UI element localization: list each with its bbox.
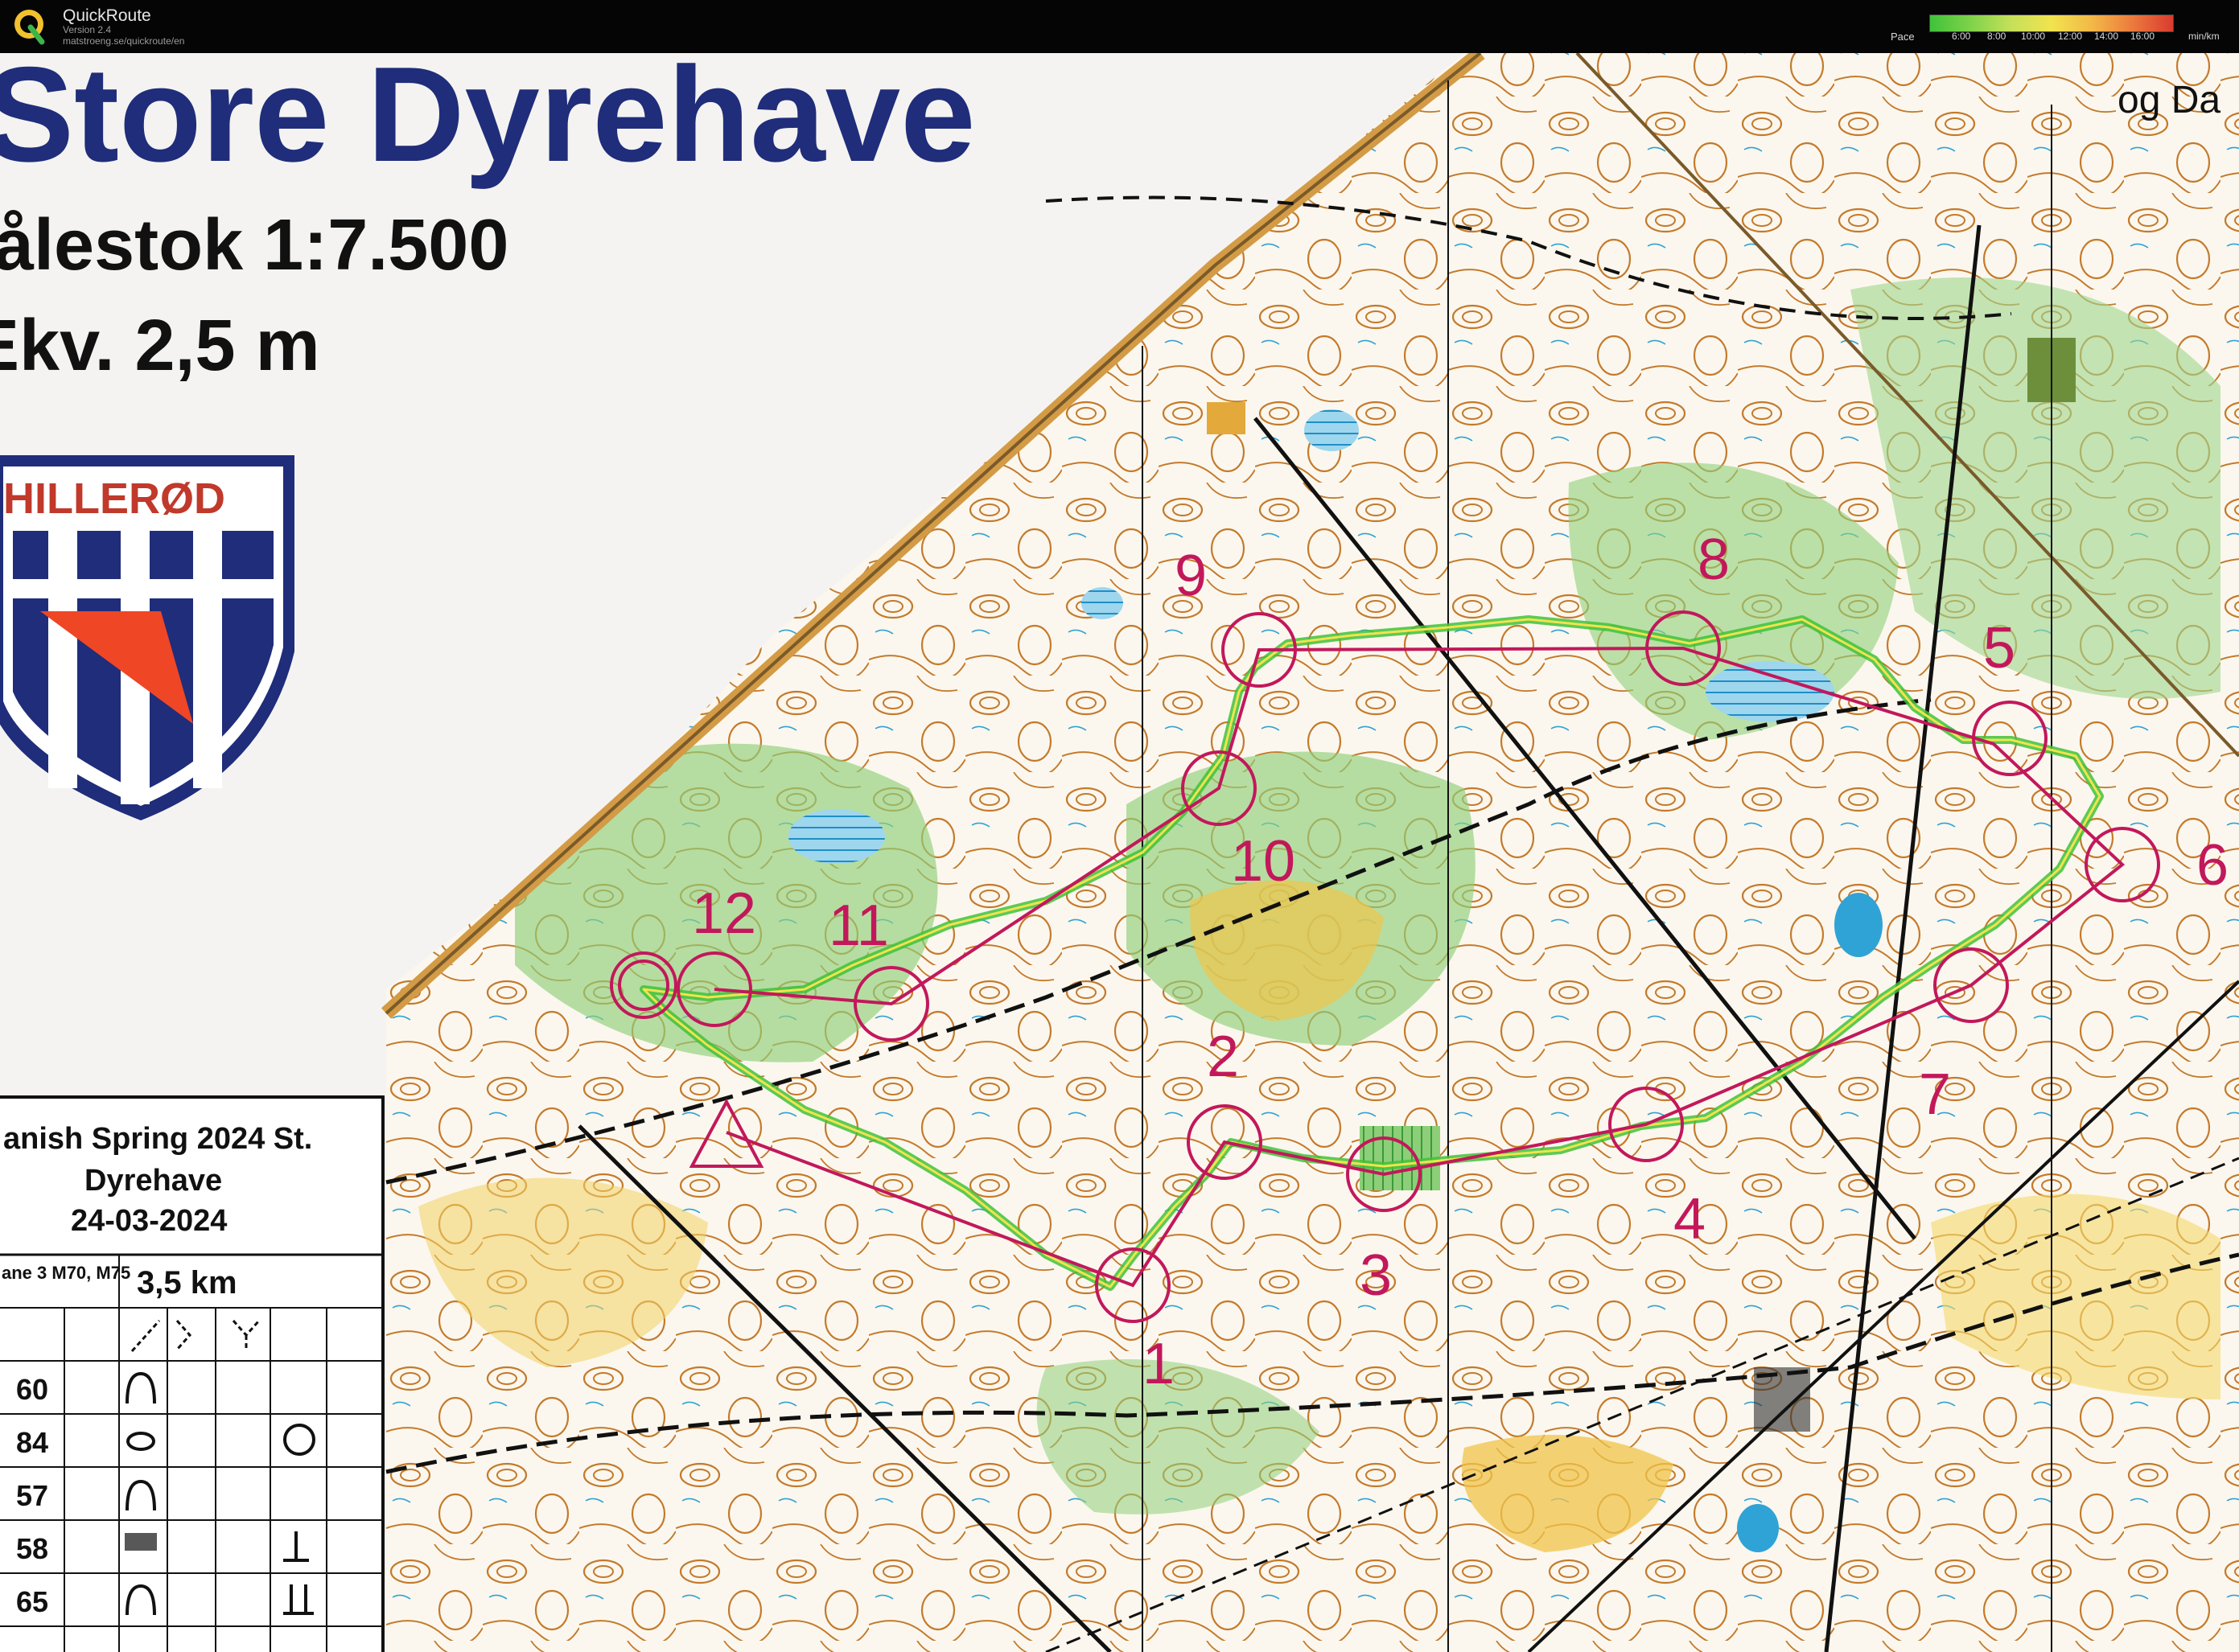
map-contour-interval: Ekv. 2,5 m (0, 306, 320, 386)
app-name: QuickRoute (63, 6, 151, 25)
control-number-8: 8 (1698, 528, 1730, 592)
control-number-11: 11 (829, 894, 889, 958)
boulder-field-symbol-icon (125, 1533, 157, 1551)
pace-tick: 6:00 (1952, 31, 1971, 42)
control-number-5: 5 (1983, 616, 2015, 680)
pace-color-scale (1929, 14, 2174, 32)
event-date: 24-03-2024 (71, 1204, 227, 1238)
control-number-2: 2 (1207, 1025, 1239, 1089)
control-number-1: 1 (1142, 1332, 1175, 1396)
orienteering-map[interactable]: 1 2 3 4 5 6 7 8 9 10 11 12 Store Dyrehav… (0, 53, 2239, 1652)
titlebar: QuickRoute Version 2.4 matstroeng.se/qui… (0, 0, 2239, 53)
control-code-2: 84 (16, 1426, 48, 1459)
control-code-5: 65 (16, 1585, 48, 1618)
quickroute-logo-icon (14, 10, 45, 45)
control-number-7: 7 (1919, 1062, 1951, 1127)
map-scale: ålestok 1:7.500 (0, 205, 508, 286)
control-code-1: 60 (16, 1373, 48, 1406)
club-logo-text: HILLERØD (3, 475, 225, 523)
control-code-4: 58 (16, 1532, 48, 1565)
app-version: Version 2.4 (63, 24, 112, 35)
pace-tick: 12:00 (2058, 31, 2083, 42)
app-url: matstroeng.se/quickroute/en (63, 35, 185, 47)
pace-tick: 10:00 (2021, 31, 2046, 42)
pace-tick: 16:00 (2130, 31, 2155, 42)
control-number-12: 12 (692, 881, 756, 946)
pace-tick: 8:00 (1987, 31, 2006, 42)
control-code-3: 57 (16, 1479, 48, 1512)
control-number-3: 3 (1360, 1243, 1392, 1308)
pace-unit: min/km (2188, 31, 2220, 42)
course-length: 3,5 km (137, 1265, 237, 1301)
control-number-9: 9 (1175, 544, 1207, 608)
course-class: ane 3 M70, M75 (2, 1263, 130, 1283)
map-corner-text: og Da (2118, 79, 2220, 121)
pace-tick: 14:00 (2094, 31, 2119, 42)
event-name: anish Spring 2024 St. (3, 1122, 312, 1156)
control-number-10: 10 (1231, 829, 1295, 894)
control-number-6: 6 (2196, 833, 2229, 898)
event-area: Dyrehave (84, 1164, 222, 1198)
event-info-box: anish Spring 2024 St. Dyrehave 24-03-202… (0, 1095, 385, 1652)
control-number-4: 4 (1673, 1187, 1706, 1251)
pace-label: Pace (1891, 31, 1915, 43)
map-title: Store Dyrehave (0, 53, 976, 190)
